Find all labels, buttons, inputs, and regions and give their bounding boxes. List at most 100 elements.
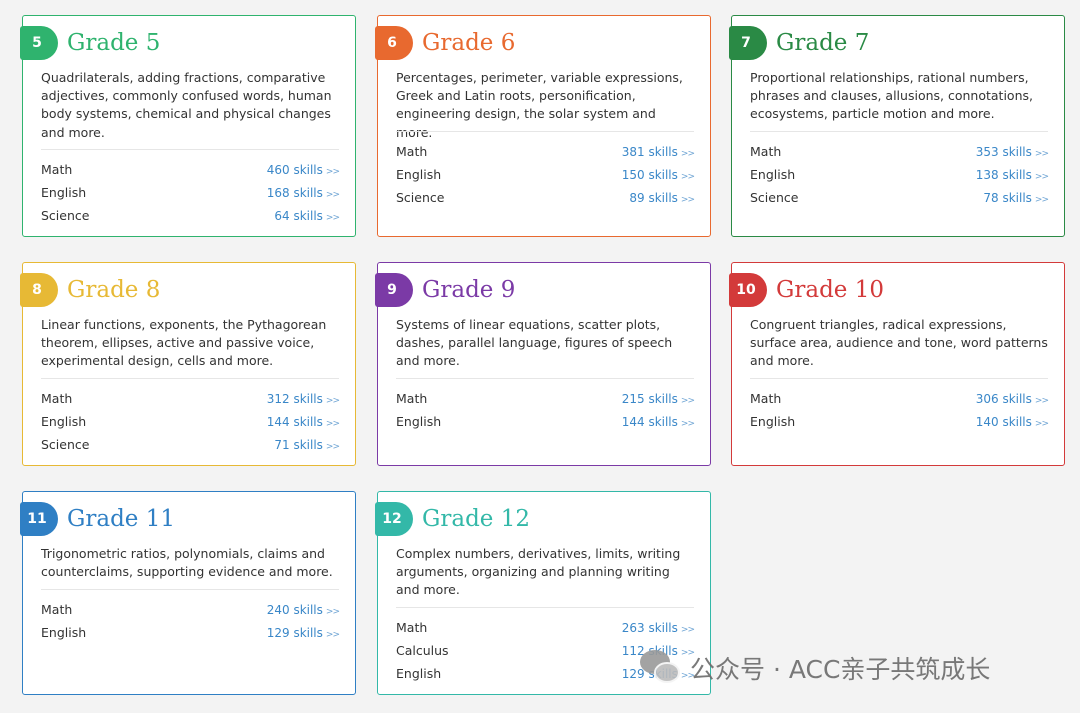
grade-title[interactable]: Grade 9: [422, 275, 515, 305]
grade-badge: 11: [20, 502, 58, 536]
subject-name: Science: [41, 208, 90, 223]
subject-row: Science 64 skills >>: [41, 204, 340, 227]
watermark-text: 公众号 · ACC亲子共筑成长: [690, 655, 991, 684]
skills-link[interactable]: 306 skills >>: [976, 392, 1049, 406]
subject-row: English 138 skills >>: [750, 163, 1049, 186]
grade-card-6[interactable]: 6 Grade 6 Percentages, perimeter, variab…: [375, 15, 711, 237]
watermark: 公众号 · ACC亲子共筑成长: [640, 648, 990, 688]
grade-badge: 9: [375, 273, 413, 307]
divider: [396, 607, 694, 608]
skills-link[interactable]: 460 skills >>: [267, 163, 340, 177]
grade-card-9[interactable]: 9 Grade 9 Systems of linear equations, s…: [375, 262, 711, 466]
skills-link[interactable]: 71 skills >>: [274, 438, 340, 452]
subject-name: Science: [41, 437, 90, 452]
subject-row: English 140 skills >>: [750, 410, 1049, 433]
grade-badge: 5: [20, 26, 58, 60]
grade-title[interactable]: Grade 8: [67, 275, 160, 305]
subject-name: Math: [750, 391, 782, 406]
grade-description: Linear functions, exponents, the Pythago…: [41, 317, 327, 369]
grade-card-10[interactable]: 10 Grade 10 Congruent triangles, radical…: [729, 262, 1065, 466]
subject-list: Math 215 skills >> English 144 skills >>: [396, 387, 695, 433]
subject-row: English 150 skills >>: [396, 163, 695, 186]
grade-card-5[interactable]: 5 Grade 5 Quadrilaterals, adding fractio…: [20, 15, 356, 237]
divider: [41, 378, 339, 379]
subject-name: Math: [750, 144, 782, 159]
subject-row: Math 263 skills >>: [396, 616, 695, 639]
subject-row: English 144 skills >>: [41, 410, 340, 433]
grade-card-11[interactable]: 11 Grade 11 Trigonometric ratios, polyno…: [20, 491, 356, 695]
subject-name: Math: [41, 602, 73, 617]
subject-list: Math 312 skills >> English 144 skills >> Sci…: [41, 387, 340, 456]
skills-link[interactable]: 168 skills >>: [267, 186, 340, 200]
divider: [750, 131, 1048, 132]
skills-link[interactable]: 129 skills>>: [267, 626, 340, 640]
divider: [41, 149, 339, 150]
grade-title[interactable]: Grade 12: [422, 504, 530, 534]
skills-link[interactable]: 353 skills >>: [976, 145, 1049, 159]
wechat-icon: [640, 648, 684, 688]
subject-name: English: [41, 414, 87, 429]
grade-description: Quadrilaterals, adding fractions, compar…: [41, 70, 332, 140]
grade-card-8[interactable]: 8 Grade 8 Linear functions, exponents, t…: [20, 262, 356, 466]
grade-badge: 8: [20, 273, 58, 307]
skills-link[interactable]: 140 skills >>: [976, 415, 1049, 429]
subject-list: Math 460 skills >> English 168 skills >> Sci…: [41, 158, 340, 227]
skills-link[interactable]: 263 skills >>: [622, 621, 695, 635]
skills-link[interactable]: 312 skills >>: [267, 392, 340, 406]
grade-title[interactable]: Grade 10: [776, 275, 884, 305]
divider: [396, 378, 694, 379]
subject-name: English: [396, 666, 442, 681]
subject-row: English 144 skills >>: [396, 410, 695, 433]
grade-badge: 10: [729, 273, 767, 307]
subject-row: Math 460 skills >>: [41, 158, 340, 181]
subject-list: Math 240 skills >> English 129 skills >>: [41, 598, 340, 644]
grade-badge: 6: [375, 26, 413, 60]
skills-link[interactable]: 150 skills >>: [622, 168, 695, 182]
skills-link[interactable]: 215 skills >>: [622, 392, 695, 406]
divider: [750, 378, 1048, 379]
subject-name: English: [750, 167, 796, 182]
grade-title[interactable]: Grade 5: [67, 28, 160, 58]
subject-name: Science: [750, 190, 799, 205]
subject-list: Math 353 skills >> English 138 skills >> Sci…: [750, 140, 1049, 209]
subject-row: Math 306 skills >>: [750, 387, 1049, 410]
grade-description: Systems of linear equations, scatter plo…: [396, 317, 673, 369]
subject-name: English: [396, 167, 442, 182]
skills-link[interactable]: 89 skills >>: [629, 191, 695, 205]
subject-name: Science: [396, 190, 445, 205]
divider: [41, 589, 339, 590]
grade-description: Complex numbers, derivatives, limits, wr…: [396, 546, 681, 598]
skills-link[interactable]: 240 skills >>: [267, 603, 340, 617]
skills-link[interactable]: 381 skills >>: [622, 145, 695, 159]
grade-badge: 7: [729, 26, 767, 60]
grade-title[interactable]: Grade 6: [422, 28, 515, 58]
grade-description: Proportional relationships, rational num…: [750, 70, 1033, 122]
subject-name: Math: [41, 391, 73, 406]
subject-row: Science 71 skills >>: [41, 433, 340, 456]
grade-badge: 12: [375, 502, 413, 536]
subject-list: Math 306 skills >> English 140 skills >>: [750, 387, 1049, 433]
subject-name: Math: [396, 391, 428, 406]
subject-name: English: [750, 414, 796, 429]
skills-link[interactable]: 78 skills >>: [983, 191, 1049, 205]
grade-card-7[interactable]: 7 Grade 7 Proportional relationships, ra…: [729, 15, 1065, 237]
skills-link[interactable]: 138 skills >>: [976, 168, 1049, 182]
subject-name: Math: [396, 144, 428, 159]
grade-title[interactable]: Grade 7: [776, 28, 869, 58]
subject-name: English: [41, 185, 87, 200]
subject-row: Math 312 skills >>: [41, 387, 340, 410]
skills-link[interactable]: 64 skills >>: [274, 209, 340, 223]
subject-row: Math 215 skills >>: [396, 387, 695, 410]
subject-row: English 168 skills >>: [41, 181, 340, 204]
subject-row: Math 353 skills >>: [750, 140, 1049, 163]
subject-name: Calculus: [396, 643, 449, 658]
subject-name: English: [396, 414, 442, 429]
subject-name: Math: [396, 620, 428, 635]
skills-link[interactable]: 144 skills >>: [622, 415, 695, 429]
subject-list: Math 381 skills >> English 150 skills >> Sci…: [396, 140, 695, 209]
subject-row: Science 89 skills >>: [396, 186, 695, 209]
grade-title[interactable]: Grade 11: [67, 504, 175, 534]
subject-row: Math 240 skills >>: [41, 598, 340, 621]
skills-link[interactable]: 144 skills >>: [267, 415, 340, 429]
subject-row: English 129 skills>>: [41, 621, 340, 644]
